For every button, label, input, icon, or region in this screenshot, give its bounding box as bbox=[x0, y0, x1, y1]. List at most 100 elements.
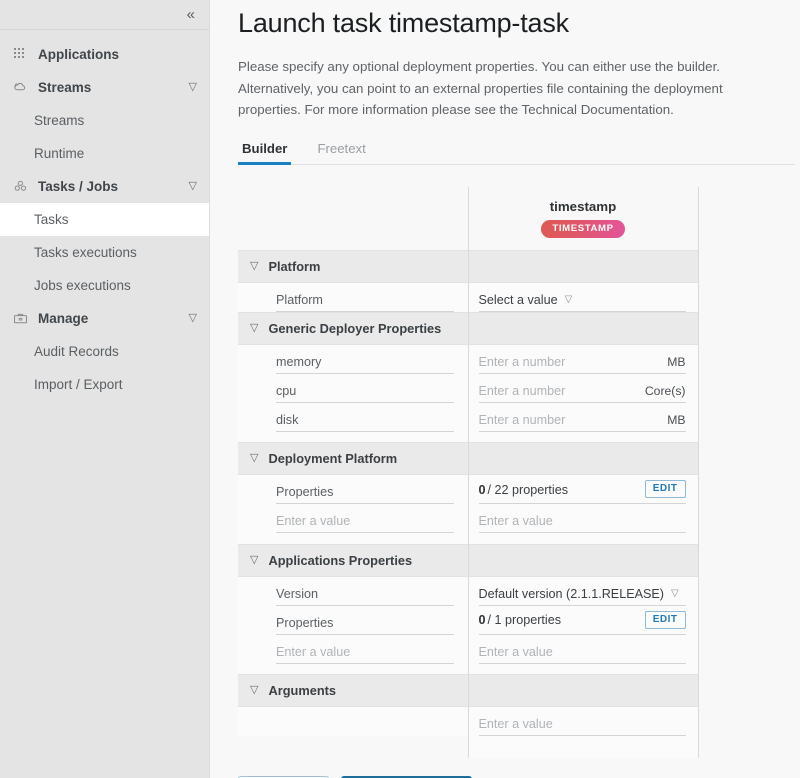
property-key[interactable]: Version bbox=[276, 587, 454, 606]
property-key-input[interactable]: Enter a value bbox=[276, 514, 454, 533]
section-header-applications-properties[interactable]: ▽ Applications Properties bbox=[238, 544, 698, 576]
sidebar-item-manage[interactable]: Manage ▽ bbox=[0, 302, 209, 335]
property-key[interactable]: memory bbox=[276, 355, 454, 374]
memory-input[interactable]: Enter a number MB bbox=[479, 355, 686, 374]
chevron-down-icon[interactable]: ▽ bbox=[250, 261, 258, 272]
app-column-header: timestamp TIMESTAMP bbox=[468, 187, 698, 251]
chevron-down-icon[interactable]: ▽ bbox=[250, 555, 258, 566]
section-header-value-cell bbox=[468, 312, 698, 344]
sidebar-item-applications[interactable]: Applications bbox=[0, 38, 209, 71]
table-row: Enter a value Enter a value bbox=[238, 635, 698, 664]
sidebar-item-audit-records[interactable]: Audit Records bbox=[0, 335, 209, 368]
unit-label: Core(s) bbox=[645, 384, 686, 398]
input-placeholder: Enter a value bbox=[479, 514, 553, 528]
section-header-label-cell: ▽ Applications Properties bbox=[238, 544, 468, 576]
section-header-deployment-platform[interactable]: ▽ Deployment Platform bbox=[238, 443, 698, 475]
sidebar-item-streams-runtime[interactable]: Runtime bbox=[0, 137, 209, 170]
table-row: Properties 0 / 22 properties EDIT bbox=[238, 475, 698, 505]
sidebar-item-import-export[interactable]: Import / Export bbox=[0, 368, 209, 401]
edit-button[interactable]: EDIT bbox=[645, 480, 686, 498]
section-label: Platform bbox=[268, 259, 320, 274]
section-header-label-cell: ▽ Deployment Platform bbox=[238, 443, 468, 475]
property-value-cell: 0 / 22 properties EDIT bbox=[468, 475, 698, 505]
tasks-stack-icon bbox=[10, 179, 30, 195]
table-row: Properties 0 / 1 properties EDIT bbox=[238, 606, 698, 635]
section-header-label-cell: ▽ Arguments bbox=[238, 675, 468, 707]
property-key[interactable]: Properties bbox=[276, 485, 454, 504]
sidebar-item-label: Applications bbox=[38, 47, 197, 62]
property-key-cell: cpu bbox=[238, 374, 468, 403]
briefcase-icon bbox=[10, 311, 30, 327]
sidebar-item-label: Streams bbox=[38, 80, 189, 95]
page-title: Launch task timestamp-task bbox=[238, 2, 800, 39]
property-key[interactable]: Platform bbox=[276, 293, 454, 312]
unit-label: MB bbox=[667, 355, 685, 369]
disk-input[interactable]: Enter a number MB bbox=[479, 413, 686, 432]
edit-button[interactable]: EDIT bbox=[645, 611, 686, 629]
sidebar-item-label: Manage bbox=[38, 311, 189, 326]
argument-value-input[interactable]: Enter a value bbox=[479, 717, 686, 736]
header-spacer-cell bbox=[238, 187, 468, 251]
tab-freetext[interactable]: Freetext bbox=[313, 141, 369, 164]
property-value-cell: Enter a value bbox=[468, 707, 698, 737]
properties-total: / 22 properties bbox=[488, 483, 569, 497]
chevron-double-left-icon[interactable]: « bbox=[185, 5, 195, 24]
property-key-cell: Properties bbox=[238, 606, 468, 635]
chevron-down-icon[interactable]: ▽ bbox=[250, 323, 258, 334]
sidebar-item-streams-streams[interactable]: Streams bbox=[0, 104, 209, 137]
section-header-label-cell: ▽ Platform bbox=[238, 250, 468, 282]
unit-label: MB bbox=[667, 413, 685, 427]
table-tail-row bbox=[238, 736, 698, 758]
version-select[interactable]: Default version (2.1.1.RELEASE) ▽ bbox=[479, 587, 686, 606]
property-value-input[interactable]: Enter a value bbox=[479, 645, 686, 664]
property-key-cell: memory bbox=[238, 344, 468, 374]
section-header-generic-deployer-properties[interactable]: ▽ Generic Deployer Properties bbox=[238, 312, 698, 344]
sidebar-item-tasks-jobs[interactable]: Tasks / Jobs ▽ bbox=[0, 170, 209, 203]
table-header-row: timestamp TIMESTAMP bbox=[238, 187, 698, 251]
input-placeholder: Enter a number bbox=[479, 413, 566, 427]
chevron-down-icon[interactable]: ▽ bbox=[250, 685, 258, 696]
chevron-down-icon[interactable]: ▽ bbox=[189, 313, 197, 324]
tab-label: Freetext bbox=[317, 141, 365, 156]
row-spacer bbox=[238, 533, 698, 544]
property-key[interactable]: disk bbox=[276, 413, 454, 432]
chevron-down-icon[interactable]: ▽ bbox=[250, 453, 258, 464]
sidebar-item-label: Audit Records bbox=[34, 344, 119, 359]
section-header-label-cell: ▽ Generic Deployer Properties bbox=[238, 312, 468, 344]
property-key-cell: Enter a value bbox=[238, 635, 468, 664]
sidebar-item-jobs-executions[interactable]: Jobs executions bbox=[0, 269, 209, 302]
row-spacer bbox=[238, 664, 698, 675]
section-header-platform[interactable]: ▽ Platform bbox=[238, 250, 698, 282]
tab-label: Builder bbox=[242, 141, 287, 156]
chevron-down-icon: ▽ bbox=[671, 589, 679, 599]
chevron-down-icon[interactable]: ▽ bbox=[189, 181, 197, 192]
property-value-cell: Select a value ▽ bbox=[468, 282, 698, 312]
property-key-cell: Version bbox=[238, 576, 468, 606]
platform-select[interactable]: Select a value ▽ bbox=[479, 293, 686, 312]
table-row: Enter a value Enter a value bbox=[238, 504, 698, 533]
chevron-down-icon[interactable]: ▽ bbox=[189, 82, 197, 93]
table-row: cpu Enter a number Core(s) bbox=[238, 374, 698, 403]
sidebar-item-tasks-executions[interactable]: Tasks executions bbox=[0, 236, 209, 269]
section-label: Arguments bbox=[268, 683, 336, 698]
sidebar-item-tasks[interactable]: Tasks bbox=[0, 203, 209, 236]
property-value-cell: Enter a number Core(s) bbox=[468, 374, 698, 403]
properties-count: 0 bbox=[479, 613, 486, 627]
input-placeholder: Enter a number bbox=[479, 384, 566, 398]
sidebar-item-streams[interactable]: Streams ▽ bbox=[0, 71, 209, 104]
cpu-input[interactable]: Enter a number Core(s) bbox=[479, 384, 686, 403]
property-value-input[interactable]: Enter a value bbox=[479, 514, 686, 533]
tab-builder[interactable]: Builder bbox=[238, 141, 291, 164]
table-row: Version Default version (2.1.1.RELEASE) … bbox=[238, 576, 698, 606]
property-value-cell: Enter a value bbox=[468, 504, 698, 533]
streams-cloud-icon bbox=[10, 80, 30, 96]
status-badge: TIMESTAMP bbox=[541, 220, 624, 238]
property-key[interactable]: Properties bbox=[276, 616, 454, 635]
section-header-arguments[interactable]: ▽ Arguments bbox=[238, 675, 698, 707]
property-value-cell: Default version (2.1.1.RELEASE) ▽ bbox=[468, 576, 698, 606]
property-key[interactable]: cpu bbox=[276, 384, 454, 403]
deployment-properties-field: 0 / 22 properties EDIT bbox=[479, 480, 686, 504]
sidebar-item-label: Import / Export bbox=[34, 377, 123, 392]
property-key-input[interactable]: Enter a value bbox=[276, 645, 454, 664]
sidebar: « Applications bbox=[0, 0, 210, 778]
